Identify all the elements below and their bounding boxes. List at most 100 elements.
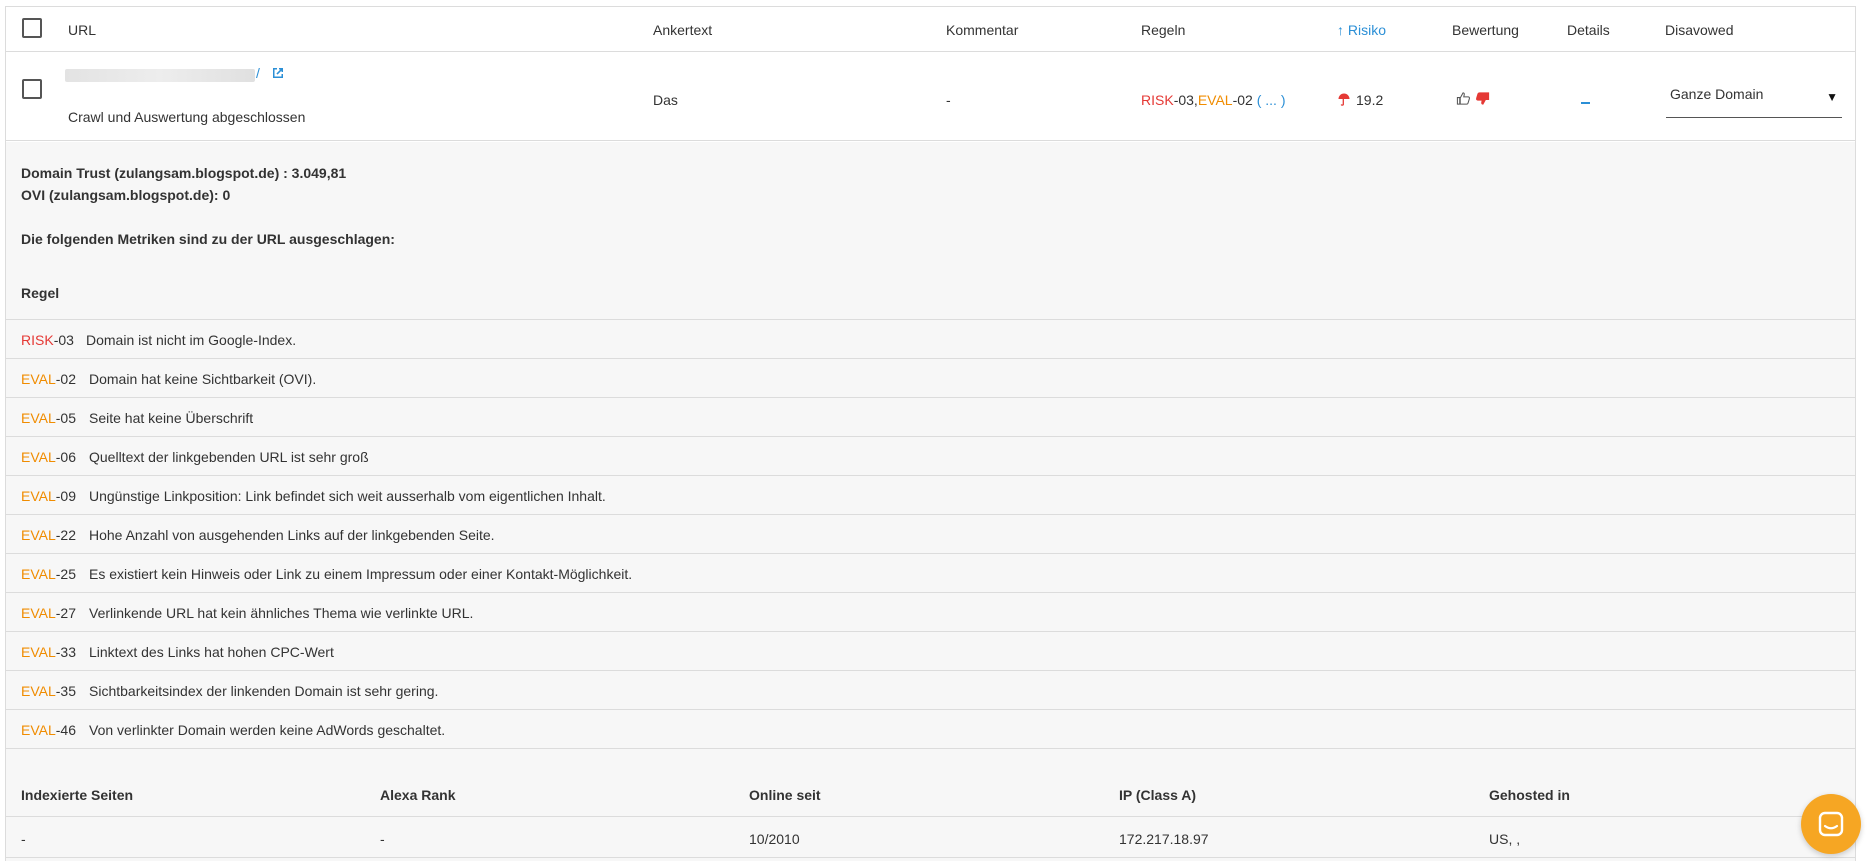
- rule-num: -02: [1232, 92, 1253, 108]
- metric-value: 10/2010: [749, 831, 800, 847]
- rule-row: EVAL-35 Sichtbarkeitsindex der linkenden …: [6, 670, 1855, 709]
- col-risiko-sort[interactable]: ↑ Risiko: [1337, 22, 1386, 38]
- rule-description: Verlinkende URL hat kein ähnliches Thema…: [89, 605, 474, 621]
- detail-panel: Domain Trust (zulangsam.blogspot.de) : 3…: [6, 142, 1855, 861]
- details-toggle[interactable]: [1581, 102, 1590, 104]
- risiko-value: 19.2: [1338, 92, 1383, 108]
- chevron-down-icon: ▼: [1826, 90, 1838, 104]
- umbrella-icon: [1338, 93, 1350, 106]
- rule-prefix: EVAL: [21, 683, 56, 699]
- rule-number: -22: [55, 527, 76, 543]
- rule-code: RISK-03: [21, 332, 74, 348]
- rule-row: EVAL-33 Linktext des Links hat hohen CPC-…: [6, 631, 1855, 670]
- rules-more-link[interactable]: ( ... ): [1257, 92, 1286, 108]
- rule-prefix: EVAL: [21, 527, 56, 543]
- ankertext-value: Das: [653, 92, 678, 108]
- rule-code: EVAL-09: [21, 488, 76, 504]
- crawl-status: Crawl und Auswertung abgeschlossen: [68, 109, 306, 125]
- rule-prefix: EVAL: [21, 410, 56, 426]
- rule-prefix: EVAL: [21, 371, 56, 387]
- rule-description: Linktext des Links hat hohen CPC-Wert: [89, 644, 334, 660]
- rule-code: EVAL-05: [21, 410, 76, 426]
- rules-list: RISK-03 Domain ist nicht im Google-Index.…: [6, 319, 1855, 749]
- rule-code: EVAL-06: [21, 449, 76, 465]
- rating-buttons: [1456, 91, 1490, 107]
- rule-description: Es existiert kein Hinweis oder Link zu e…: [89, 566, 633, 582]
- col-disavowed[interactable]: Disavowed: [1665, 22, 1733, 38]
- thumbs-down-icon[interactable]: [1475, 91, 1490, 106]
- metric-header: Gehosted in: [1489, 787, 1570, 803]
- rule-row: EVAL-06 Quelltext der linkgebenden URL is…: [6, 436, 1855, 475]
- rule-code: EVAL-33: [21, 644, 76, 660]
- metrics-header: Indexierte Seiten Alexa Rank Online seit…: [6, 774, 1855, 817]
- rule-number: -46: [55, 722, 76, 738]
- rule-description: Quelltext der linkgebenden URL ist sehr …: [89, 449, 369, 465]
- rule-row: EVAL-46 Von verlinkter Domain werden kein…: [6, 709, 1855, 748]
- col-kommentar[interactable]: Kommentar: [946, 22, 1018, 38]
- metric-header: Indexierte Seiten: [21, 787, 134, 803]
- rule-prefix: RISK: [21, 332, 54, 348]
- regel-heading: Regel: [21, 285, 60, 301]
- rule-row: EVAL-02 Domain hat keine Sichtbarkeit (OV…: [6, 358, 1855, 397]
- metric-value: -: [380, 831, 385, 847]
- backlink-table: URL Ankertext Kommentar Regeln ↑ Risiko …: [5, 6, 1856, 861]
- rule-code: EVAL-25: [21, 566, 76, 582]
- col-bewertung[interactable]: Bewertung: [1452, 22, 1519, 38]
- metric-value: US, ,: [1489, 831, 1521, 847]
- url-link-tail[interactable]: /: [256, 65, 260, 81]
- col-ankertext[interactable]: Ankertext: [653, 22, 712, 38]
- table-row: / Crawl und Auswertung abgeschlossen Das…: [6, 52, 1855, 141]
- metrics-values: - - 10/2010 172.217.18.97 US, ,: [6, 818, 1855, 858]
- url-link-redacted[interactable]: [65, 69, 255, 82]
- rule-row: EVAL-27 Verlinkende URL hat kein ähnliche…: [6, 592, 1855, 631]
- rule-number: -33: [55, 644, 76, 660]
- rule-number: -05: [55, 410, 76, 426]
- col-regeln[interactable]: Regeln: [1141, 22, 1185, 38]
- chat-launcher-button[interactable]: [1801, 794, 1861, 854]
- rule-row: EVAL-09 Ungünstige Linkposition: Link bef…: [6, 475, 1855, 514]
- ovi-value: OVI (zulangsam.blogspot.de): 0: [21, 187, 231, 203]
- rule-prefix: EVAL: [21, 644, 56, 660]
- rule-number: -35: [55, 683, 76, 699]
- rule-code: EVAL-22: [21, 527, 76, 543]
- rule-num: -03,: [1173, 92, 1198, 108]
- rule-number: -27: [55, 605, 76, 621]
- row-checkbox[interactable]: [22, 79, 42, 99]
- rule-number: -09: [55, 488, 76, 504]
- thumbs-up-icon[interactable]: [1456, 91, 1471, 106]
- rule-description: Domain hat keine Sichtbarkeit (OVI).: [89, 371, 317, 387]
- rule-number: -06: [55, 449, 76, 465]
- rule-number: -25: [55, 566, 76, 582]
- kommentar-value: -: [946, 92, 951, 108]
- domain-trust: Domain Trust (zulangsam.blogspot.de) : 3…: [21, 165, 347, 181]
- rule-number: -03: [53, 332, 74, 348]
- rule-prefix-eval: EVAL: [1197, 92, 1233, 108]
- rule-prefix: EVAL: [21, 488, 56, 504]
- rules-summary: RISK-03,EVAL-02 ( ... ): [1141, 92, 1285, 108]
- metric-value: 172.217.18.97: [1119, 831, 1209, 847]
- metric-header: Online seit: [749, 787, 821, 803]
- rule-prefix: EVAL: [21, 449, 56, 465]
- col-details[interactable]: Details: [1567, 22, 1610, 38]
- disavowed-select[interactable]: Ganze Domain ▼: [1666, 82, 1842, 118]
- rule-prefix: EVAL: [21, 605, 56, 621]
- rule-code: EVAL-02: [21, 371, 76, 387]
- metric-value: -: [21, 831, 26, 847]
- rule-code: EVAL-35: [21, 683, 76, 699]
- rule-row: RISK-03 Domain ist nicht im Google-Index.: [6, 319, 1855, 358]
- disavowed-value: Ganze Domain: [1670, 86, 1764, 102]
- table-header: URL Ankertext Kommentar Regeln ↑ Risiko …: [6, 7, 1855, 52]
- rule-prefix: EVAL: [21, 722, 56, 738]
- rule-prefix: EVAL: [21, 566, 56, 582]
- metric-header: IP (Class A): [1119, 787, 1197, 803]
- rule-row: EVAL-22 Hohe Anzahl von ausgehenden Links…: [6, 514, 1855, 553]
- col-url[interactable]: URL: [68, 22, 96, 38]
- metric-header: Alexa Rank: [380, 787, 456, 803]
- select-all-checkbox[interactable]: [22, 18, 42, 38]
- external-link-icon[interactable]: [271, 66, 285, 80]
- rule-prefix-risk: RISK: [1141, 92, 1174, 108]
- rule-code: EVAL-46: [21, 722, 76, 738]
- rule-number: -02: [55, 371, 76, 387]
- rule-code: EVAL-27: [21, 605, 76, 621]
- rule-row: EVAL-05 Seite hat keine Überschrift: [6, 397, 1855, 436]
